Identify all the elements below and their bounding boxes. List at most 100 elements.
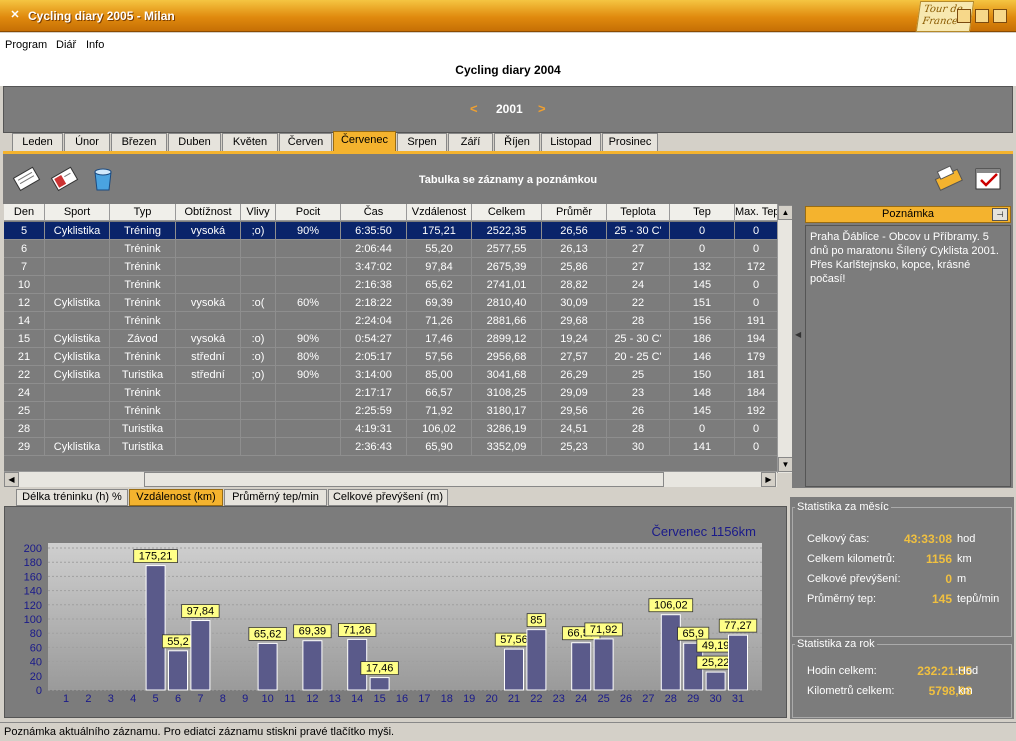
checklist-icon[interactable] <box>973 164 1003 192</box>
table-cell: 2881,66 <box>472 312 542 330</box>
data-label: 71,92 <box>590 624 618 636</box>
table-cell <box>276 438 341 456</box>
tab-month-8[interactable]: Srpen <box>397 133 447 152</box>
column-header[interactable]: Max. Tep <box>735 204 778 221</box>
chart-tab-3[interactable]: Průměrný tep/min <box>224 489 327 506</box>
scroll-left-icon[interactable]: ◀ <box>4 472 19 487</box>
table-row[interactable]: 22 Cyklistika Turistika střední ;o) 90% 3:14:0… <box>4 366 778 384</box>
table-cell: 26,29 <box>542 366 607 384</box>
table-cell: Trénink <box>110 294 176 312</box>
bar-day-31 <box>728 634 748 691</box>
bar-day-28 <box>660 614 681 691</box>
data-label: 17,46 <box>366 663 394 675</box>
table-cell <box>176 384 241 402</box>
x-tick-label: 17 <box>418 693 430 705</box>
table-cell: 0 <box>670 240 735 258</box>
table-row[interactable]: 24 Trénink 2:17:17 66,57 3108,25 29,09 23 148 18… <box>4 384 778 402</box>
minimize-button[interactable] <box>957 9 971 23</box>
table-cell <box>241 438 276 456</box>
tab-month-2[interactable]: Únor <box>64 133 110 152</box>
chart-tab-1[interactable]: Délka tréninku (h) % <box>16 489 128 506</box>
menu-program[interactable]: Program <box>5 39 47 51</box>
scroll-up-icon[interactable]: ▲ <box>778 205 793 220</box>
column-header[interactable]: Pocit <box>276 204 341 221</box>
table-cell: střední <box>176 348 241 366</box>
table-cell: 132 <box>670 258 735 276</box>
x-tick-label: 13 <box>329 693 341 705</box>
table-cell <box>241 276 276 294</box>
note-text[interactable]: Praha Ďáblice - Obcov u Příbramy. 5 dnů … <box>805 225 1011 487</box>
prev-year-button[interactable]: < <box>470 101 478 116</box>
table-cell: 66,57 <box>407 384 472 402</box>
pin-icon[interactable]: ⊣ <box>992 208 1008 221</box>
table-cell <box>276 276 341 294</box>
table-row[interactable]: 14 Trénink 2:24:04 71,26 2881,66 29,68 28 156 19… <box>4 312 778 330</box>
table-cell: 27 <box>607 240 670 258</box>
table-row[interactable]: 28 Turistika 4:19:31 106,02 3286,19 24,51 28 0 0 <box>4 420 778 438</box>
table-cell: 69,39 <box>407 294 472 312</box>
table-row[interactable]: 29 Cyklistika Turistika 2:36:43 65,90 3352,09… <box>4 438 778 456</box>
x-tick-label: 1 <box>63 693 69 705</box>
splitter-icon[interactable]: ◀ <box>795 330 801 350</box>
column-header[interactable]: Den <box>4 204 45 221</box>
maximize-button[interactable] <box>975 9 989 23</box>
data-label: 85 <box>530 615 542 627</box>
column-header[interactable]: Typ <box>110 204 176 221</box>
table-cell: 65,62 <box>407 276 472 294</box>
table-cell: 194 <box>735 330 778 348</box>
table-cell: 65,90 <box>407 438 472 456</box>
table-cell: 22 <box>4 366 45 384</box>
chart-tab-2[interactable]: Vzdálenost (km) <box>129 489 223 506</box>
print-icon[interactable] <box>933 164 963 192</box>
table-cell: 29,68 <box>542 312 607 330</box>
column-header[interactable]: Celkem <box>472 204 542 221</box>
menu-info[interactable]: Info <box>86 39 104 51</box>
table-row[interactable]: 6 Trénink 2:06:44 55,20 2577,55 26,13 27 0 0 <box>4 240 778 258</box>
table-horizontal-scrollbar[interactable]: ◀ ▶ <box>4 471 777 487</box>
tab-month-7[interactable]: Červenec <box>333 131 396 152</box>
column-header[interactable]: Vzdálenost <box>407 204 472 221</box>
x-tick-label: 15 <box>373 693 385 705</box>
table-row[interactable]: 15 Cyklistika Závod vysoká:o) 90% 0:54:27 17,4… <box>4 330 778 348</box>
tab-month-6[interactable]: Červen <box>279 133 332 152</box>
column-header[interactable]: Obtížnost <box>176 204 241 221</box>
table-cell: 3180,17 <box>472 402 542 420</box>
tab-month-10[interactable]: Říjen <box>494 133 540 152</box>
table-row[interactable]: 7 Trénink 3:47:02 97,84 2675,39 25,86 27 132 172 <box>4 258 778 276</box>
table-row[interactable]: 5 Cyklistika Tréning vysoká ;o) 90% 6:35:50 175… <box>4 222 778 240</box>
column-header[interactable]: Čas <box>341 204 407 221</box>
table-cell: 184 <box>735 384 778 402</box>
table-cell <box>45 276 110 294</box>
column-header[interactable]: Sport <box>45 204 110 221</box>
table-cell: Turistika <box>110 438 176 456</box>
table-cell: 17,46 <box>407 330 472 348</box>
chart-tab-4[interactable]: Celkové převýšení (m) <box>328 489 448 506</box>
table-row[interactable]: 10 Trénink 2:16:38 65,62 2741,01 28,82 24 145 0 <box>4 276 778 294</box>
next-year-button[interactable]: > <box>538 101 546 116</box>
tab-month-4[interactable]: Duben <box>168 133 221 152</box>
column-header[interactable]: Vlivy <box>241 204 276 221</box>
tab-month-5[interactable]: Květen <box>222 133 278 152</box>
table-cell: 150 <box>670 366 735 384</box>
table-cell: 27 <box>607 258 670 276</box>
table-row[interactable]: 21 Cyklistika Trénink střední:o) 80% 2:05:17 5… <box>4 348 778 366</box>
tab-month-11[interactable]: Listopad <box>541 133 601 152</box>
table-cell <box>276 402 341 420</box>
tab-month-1[interactable]: Leden <box>12 133 63 152</box>
stat-value: 43:33:08 <box>903 532 952 546</box>
column-header[interactable]: Průměr <box>542 204 607 221</box>
table-row[interactable]: 25 Trénink 2:25:59 71,92 3180,17 29,56 26 145 19… <box>4 402 778 420</box>
column-header[interactable]: Tep <box>670 204 735 221</box>
tab-month-12[interactable]: Prosinec <box>602 133 658 152</box>
table-vertical-scrollbar[interactable]: ▲ ▼ <box>777 205 793 473</box>
table-row[interactable]: 12 Cyklistika Trénink vysoká:o(60% 2:18:22 69… <box>4 294 778 312</box>
scroll-down-icon[interactable]: ▼ <box>778 457 793 472</box>
scroll-right-icon[interactable]: ▶ <box>761 472 776 487</box>
column-header[interactable]: Teplota <box>607 204 670 221</box>
scroll-thumb[interactable] <box>144 472 664 487</box>
tab-month-9[interactable]: Září <box>448 133 493 152</box>
x-tick-label: 21 <box>508 693 520 705</box>
tab-month-3[interactable]: Březen <box>111 133 167 152</box>
close-button[interactable] <box>993 9 1007 23</box>
menu-diar[interactable]: Diář <box>56 39 76 51</box>
